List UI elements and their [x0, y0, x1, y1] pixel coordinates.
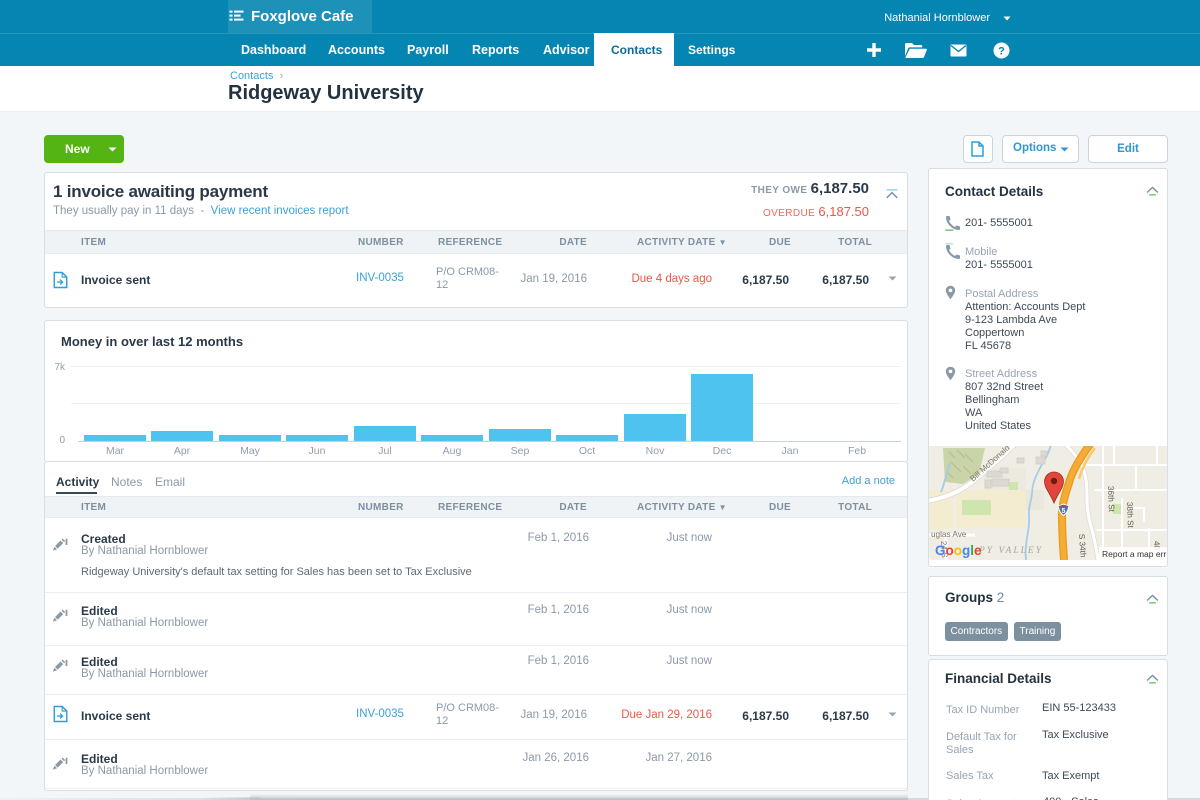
svg-text:uglas Ave: uglas Ave	[931, 530, 967, 539]
svg-text:S 34th S: S 34th S	[1077, 534, 1088, 560]
svg-text:Report a map err: Report a map err	[1102, 549, 1166, 559]
svg-text:36th St: 36th St	[1106, 486, 1116, 513]
svg-text:Google: Google	[935, 543, 982, 558]
svg-text:5: 5	[1062, 508, 1066, 515]
svg-text:PY VALLEY: PY VALLEY	[978, 546, 1043, 556]
svg-text:?: ?	[998, 45, 1005, 57]
svg-text:38th St: 38th St	[1125, 502, 1135, 529]
